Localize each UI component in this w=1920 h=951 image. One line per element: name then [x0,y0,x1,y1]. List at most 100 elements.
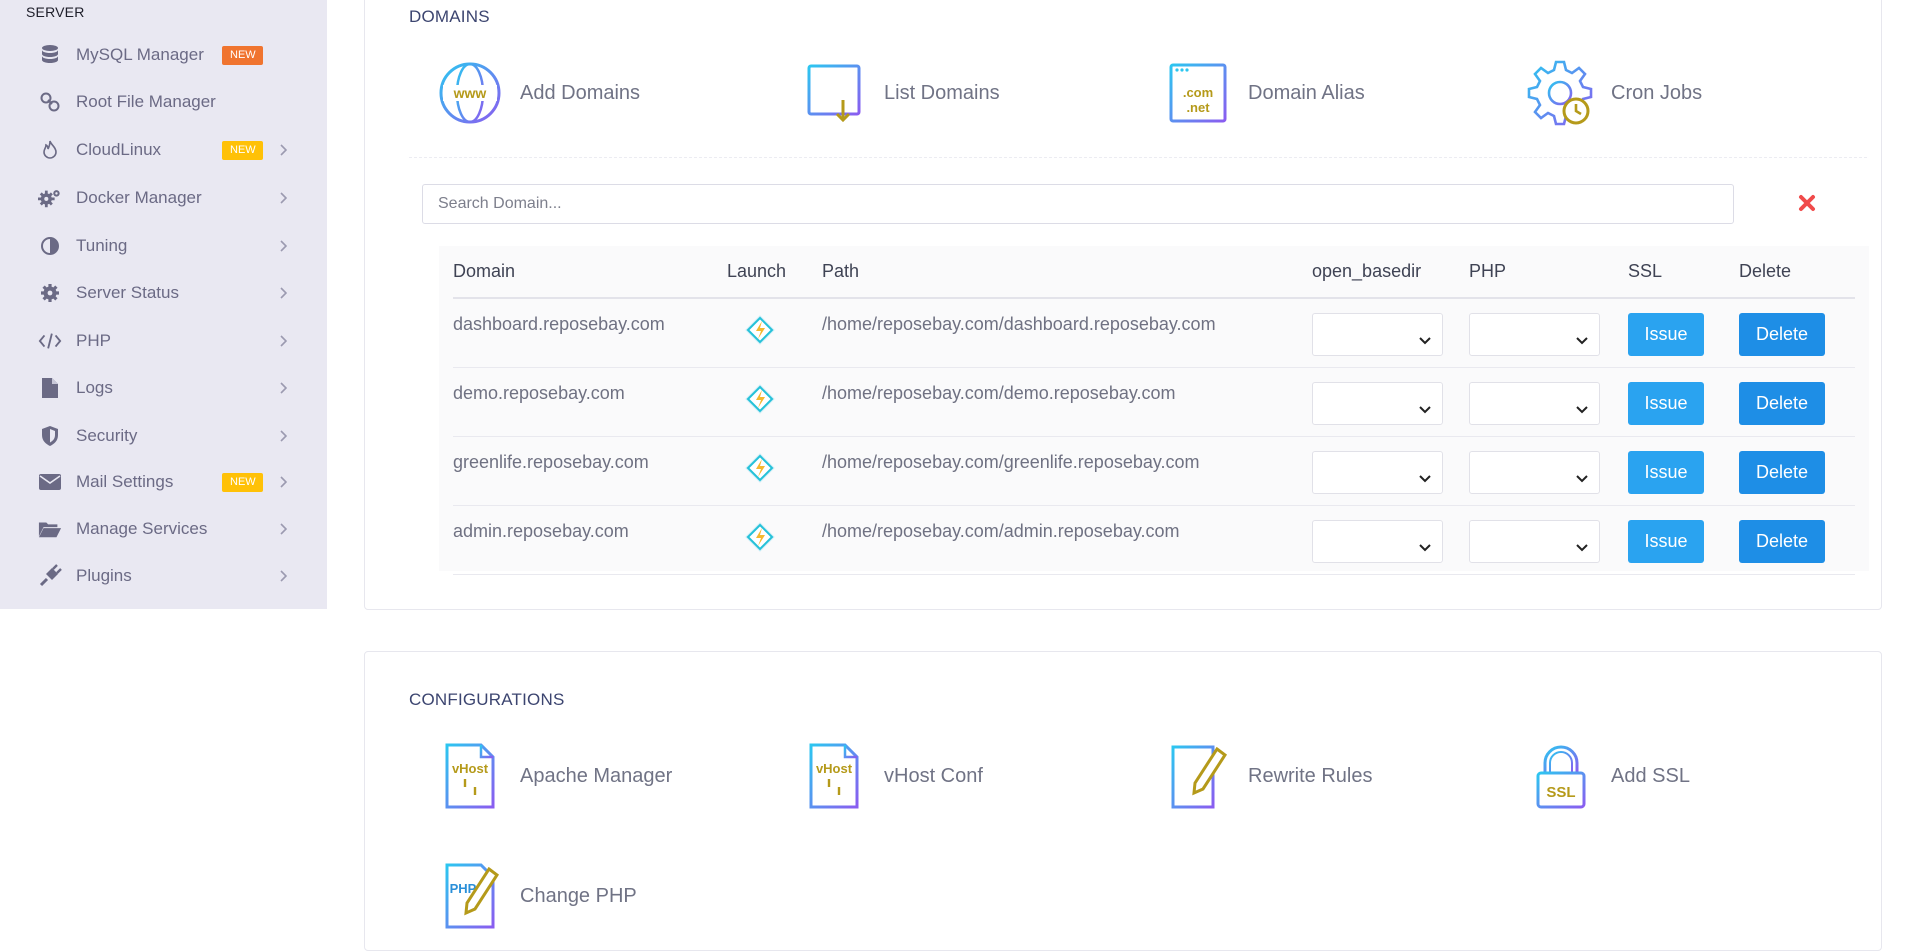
rewrite-rules-tile[interactable]: Rewrite Rules [1161,736,1372,816]
php-version-select[interactable] [1469,520,1600,563]
open-basedir-select[interactable] [1312,313,1443,356]
sidebar-item-plugins[interactable]: Plugins [0,554,327,598]
sidebar-item-label: Mail Settings [76,472,174,491]
delete-domain-button[interactable]: Delete [1739,313,1825,356]
close-x-icon[interactable] [1792,188,1822,218]
tile-label: Change PHP [520,884,637,907]
sidebar-item-server-status[interactable]: Server Status [0,271,327,315]
list-document-icon [797,56,871,130]
launch-icon[interactable] [745,384,783,422]
open-basedir-select[interactable] [1312,382,1443,425]
sidebar-item-label: PHP [76,331,111,350]
sidebar-item-manage-services[interactable]: Manage Services [0,507,327,551]
domain-alias-tile[interactable]: .com .net Domain Alias [1161,53,1365,133]
sidebar-item-label: Logs [76,378,113,397]
com-net-browser-icon: .com .net [1161,56,1235,130]
folder-open-icon [38,517,62,541]
envelope-icon [38,470,62,494]
path-cell: /home/reposebay.com/dashboard.reposebay.… [822,314,1216,334]
open-basedir-select[interactable] [1312,520,1443,563]
php-version-select[interactable] [1469,382,1600,425]
sidebar-item-label: Security [76,426,138,445]
sidebar-item-mail-settings[interactable]: Mail Settings NEW [0,460,327,504]
chevron-right-icon [276,191,290,205]
www-globe-icon: www [433,56,507,130]
sidebar-item-label: Tuning [76,236,128,255]
tile-label: vHost Conf [884,764,983,787]
apache-manager-tile[interactable]: vHost Apache Manager [433,736,672,816]
issue-ssl-button[interactable]: Issue [1628,382,1704,425]
add-domains-tile[interactable]: www Add Domains [433,53,640,133]
plug-icon [38,564,62,588]
sidebar-item-label: Docker Manager [76,188,202,207]
new-badge: NEW [222,472,263,492]
sidebar-item-security[interactable]: Security [0,414,327,458]
issue-ssl-button[interactable]: Issue [1628,451,1704,494]
vhost-document-icon: vHost [433,739,507,813]
table-row: demo.reposebay.com/home/reposebay.com/de… [453,367,1855,437]
chevron-right-icon [276,381,290,395]
sidebar-item-label: Manage Services [76,519,208,538]
ssl-padlock-icon: SSL [1524,739,1598,813]
launch-icon[interactable] [745,315,783,353]
header-open-basedir: open_basedir [1312,246,1469,299]
header-path: Path [822,246,1312,299]
tile-label: Apache Manager [520,764,673,787]
launch-icon[interactable] [745,522,783,560]
chevron-right-icon [276,569,290,583]
chevron-right-icon [276,522,290,536]
sidebar-item-cloudlinux[interactable]: CloudLinux NEW [0,128,327,172]
path-cell: /home/reposebay.com/admin.reposebay.com [822,521,1180,541]
change-php-tile[interactable]: PHP Change PHP [433,856,637,936]
list-domains-tile[interactable]: List Domains [797,53,1000,133]
sidebar-item-logs[interactable]: Logs [0,366,327,410]
delete-domain-button[interactable]: Delete [1739,382,1825,425]
add-ssl-tile[interactable]: SSL Add SSL [1524,736,1690,816]
divider [409,157,1867,158]
sidebar-item-label: MySQL Manager [76,45,204,64]
tile-label: List Domains [884,81,1000,104]
php-version-select[interactable] [1469,451,1600,494]
sidebar-item-docker-manager[interactable]: Docker Manager [0,176,327,220]
cron-jobs-tile[interactable]: Cron Jobs [1524,53,1702,133]
table-row: dashboard.reposebay.com/home/reposebay.c… [453,298,1855,368]
issue-ssl-button[interactable]: Issue [1628,520,1704,563]
shield-icon [38,424,62,448]
sidebar-item-tuning[interactable]: Tuning [0,224,327,268]
delete-domain-button[interactable]: Delete [1739,520,1825,563]
domain-cell: demo.reposebay.com [453,383,625,403]
sidebar-item-mysql-manager[interactable]: MySQL Manager NEW [0,33,327,77]
database-icon [38,43,62,67]
domains-title: DOMAINS [409,7,490,26]
table-row: greenlife.reposebay.com/home/reposebay.c… [453,436,1855,506]
contrast-icon [38,234,62,258]
path-cell: /home/reposebay.com/demo.reposebay.com [822,383,1176,403]
php-version-select[interactable] [1469,313,1600,356]
sidebar-item-root-file-manager[interactable]: Root File Manager [0,80,327,124]
tile-label: Domain Alias [1248,81,1365,104]
svg-text:.net: .net [1186,100,1210,115]
tile-label: Add SSL [1611,764,1690,787]
header-launch: Launch [727,246,822,299]
launch-icon[interactable] [745,453,783,491]
delete-domain-button[interactable]: Delete [1739,451,1825,494]
cogs-icon [38,186,62,210]
issue-ssl-button[interactable]: Issue [1628,313,1704,356]
path-cell: /home/reposebay.com/greenlife.reposebay.… [822,452,1200,472]
new-badge: NEW [222,140,263,160]
sidebar-item-label: Plugins [76,566,132,585]
vhost-conf-tile[interactable]: vHost vHost Conf [797,736,983,816]
svg-text:SSL: SSL [1546,784,1575,801]
configurations-card: CONFIGURATIONS vHost Apache Manager vHos… [364,651,1882,951]
tile-label: Rewrite Rules [1248,764,1373,787]
open-basedir-select[interactable] [1312,451,1443,494]
fire-icon [38,138,62,162]
vhost-document-icon: vHost [797,739,871,813]
code-icon [38,329,62,353]
chevron-right-icon [276,143,290,157]
file-icon [38,376,62,400]
sidebar-item-php[interactable]: PHP [0,319,327,363]
tile-label: Cron Jobs [1611,81,1703,104]
search-input[interactable] [422,184,1734,224]
new-badge: NEW [222,45,263,65]
